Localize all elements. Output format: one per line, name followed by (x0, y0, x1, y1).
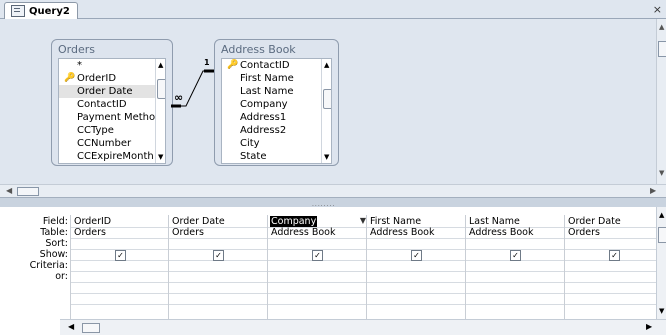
table-pane-vertical-scrollbar[interactable]: ▲ ▼ (656, 19, 666, 184)
show-checkbox[interactable]: ✓ (411, 250, 422, 261)
grid-vertical-scrollbar[interactable]: ▲ ▼ (656, 207, 666, 319)
scroll-thumb[interactable] (82, 323, 100, 333)
field-cell[interactable]: First Name (370, 216, 421, 227)
table-cell[interactable]: Address Book (469, 227, 534, 238)
grid-column[interactable]: OrderID Orders ✓ (70, 215, 169, 323)
row-label-table: Table: (40, 227, 68, 238)
scroll-right-icon[interactable]: ▶ (650, 186, 656, 195)
row-label-or: or: (55, 271, 68, 282)
table-cell[interactable]: Orders (172, 227, 204, 238)
query-design-grid: Field: Table: Sort: Show: Criteria: or: … (0, 207, 666, 334)
many-label: ∞ (174, 91, 183, 104)
field-cell-selected[interactable]: Company (270, 216, 318, 227)
document-tab-strip: Query2 × (0, 0, 666, 19)
grid-column[interactable]: Last Name Address Book ✓ (465, 215, 565, 323)
one-label: 1 (204, 58, 210, 67)
scroll-thumb[interactable] (658, 41, 666, 57)
scroll-left-icon[interactable]: ◀ (6, 186, 12, 195)
tab-query2[interactable]: Query2 (4, 2, 78, 19)
grid-column[interactable]: Order Date Orders ✓ (168, 215, 268, 323)
scroll-up-icon[interactable]: ▲ (659, 211, 664, 219)
show-checkbox[interactable]: ✓ (510, 250, 521, 261)
scroll-thumb[interactable] (17, 187, 39, 196)
close-icon[interactable]: × (653, 3, 662, 16)
table-pane-horizontal-scrollbar[interactable]: ◀ ▶ (0, 184, 666, 197)
table-cell[interactable]: Orders (74, 227, 106, 238)
show-checkbox[interactable]: ✓ (213, 250, 224, 261)
grid-column[interactable]: Order Date Orders ✓ (564, 215, 657, 323)
scroll-left-icon[interactable]: ◀ (68, 322, 74, 331)
row-label-field: Field: (42, 216, 68, 227)
show-checkbox[interactable]: ✓ (609, 250, 620, 261)
scroll-down-icon[interactable]: ▼ (659, 169, 664, 177)
grid-column-active[interactable]: Company ▼ Address Book ✓ (267, 215, 367, 323)
scroll-up-icon[interactable]: ▲ (659, 23, 664, 31)
show-checkbox[interactable]: ✓ (312, 250, 323, 261)
row-label-criteria: Criteria: (29, 260, 68, 271)
tab-label: Query2 (29, 5, 70, 17)
scroll-thumb[interactable] (658, 227, 666, 243)
query-icon (11, 5, 25, 17)
field-cell[interactable]: OrderID (74, 216, 111, 227)
scroll-down-icon[interactable]: ▼ (659, 307, 664, 315)
table-cell[interactable]: Address Book (370, 227, 435, 238)
table-pane: Orders * 🔑 OrderID Order Date ContactID P… (0, 19, 656, 184)
field-cell[interactable]: Order Date (172, 216, 225, 227)
row-label-sort: Sort: (45, 238, 68, 249)
scroll-right-icon[interactable]: ▶ (646, 322, 652, 331)
grid-column[interactable]: First Name Address Book ✓ (366, 215, 466, 323)
field-cell[interactable]: Order Date (568, 216, 621, 227)
show-checkbox[interactable]: ✓ (115, 250, 126, 261)
relationship-line[interactable]: ∞ 1 (0, 19, 656, 184)
grid-horizontal-scrollbar[interactable]: ◀ ▶ (60, 319, 666, 335)
row-label-show: Show: (39, 249, 68, 260)
table-cell[interactable]: Orders (568, 227, 600, 238)
field-cell[interactable]: Last Name (469, 216, 520, 227)
table-cell[interactable]: Address Book (271, 227, 336, 238)
